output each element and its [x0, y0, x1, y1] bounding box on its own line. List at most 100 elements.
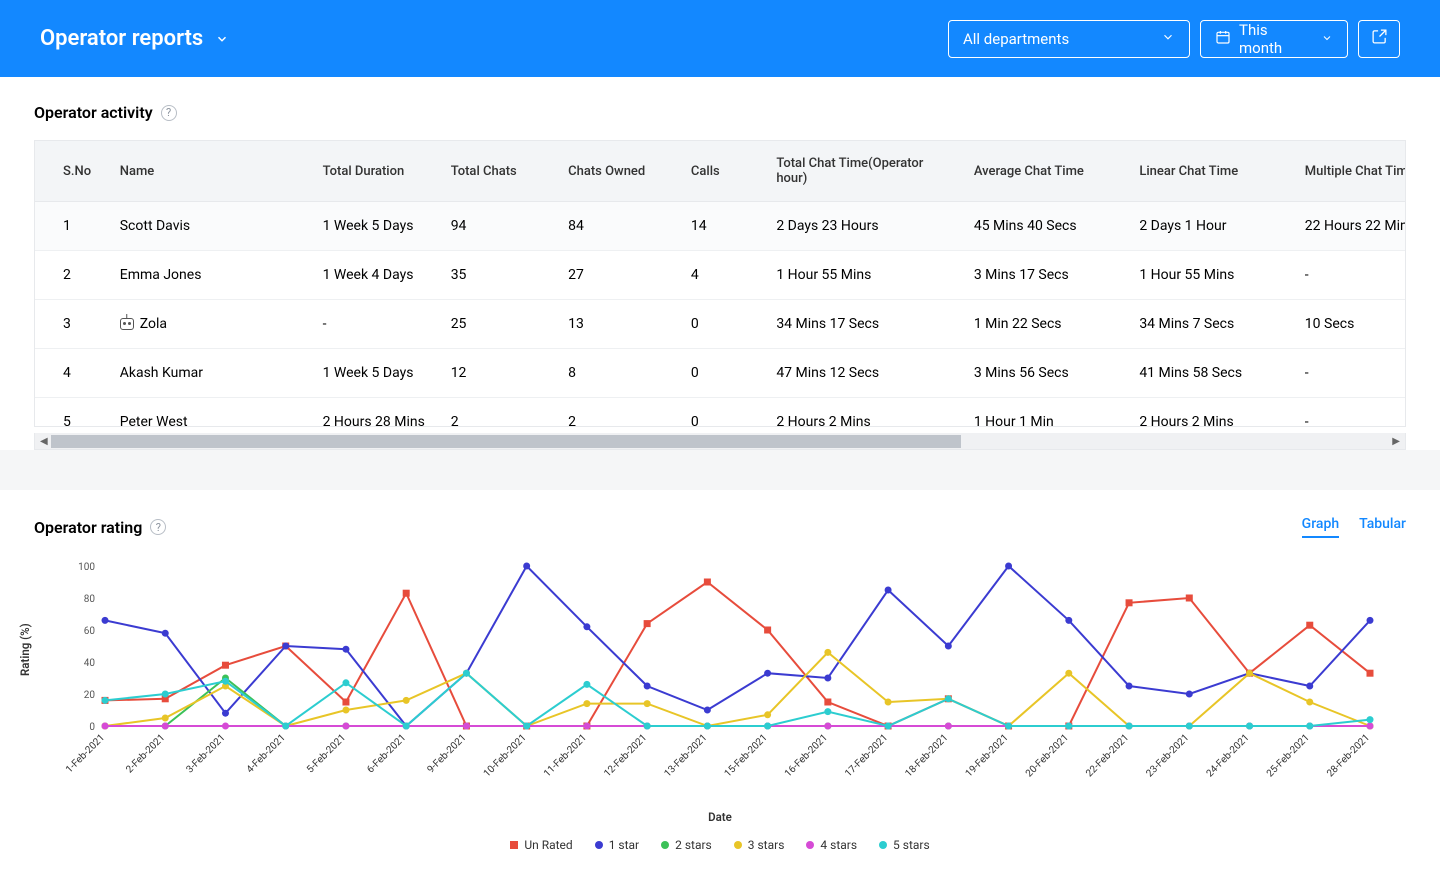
bot-icon — [120, 318, 134, 330]
tab-graph[interactable]: Graph — [1302, 516, 1339, 538]
svg-text:5-Feb-2021: 5-Feb-2021 — [305, 732, 348, 775]
chevron-down-icon — [1321, 30, 1333, 48]
svg-text:15-Feb-2021: 15-Feb-2021 — [723, 732, 770, 779]
page-title-dropdown[interactable]: Operator reports — [40, 26, 229, 51]
table-cell: 41 Mins 58 Secs — [1129, 349, 1294, 398]
chevron-down-icon — [215, 32, 229, 46]
column-header[interactable]: Total Duration — [313, 141, 441, 202]
top-bar: Operator reports All departments This mo… — [0, 0, 1440, 77]
table-cell: 1 Hour 55 Mins — [766, 251, 964, 300]
legend-item[interactable]: 4 stars — [806, 838, 857, 852]
svg-text:16-Feb-2021: 16-Feb-2021 — [783, 732, 830, 779]
svg-text:6-Feb-2021: 6-Feb-2021 — [365, 732, 408, 775]
operator-rating-panel: Operator rating ? Graph Tabular Rating (… — [0, 490, 1440, 876]
table-row[interactable]: 2Emma Jones1 Week 4 Days352741 Hour 55 M… — [35, 251, 1405, 300]
table-cell: 1 Week 5 Days — [313, 202, 441, 251]
rating-chart: Rating (%) 0204060801001-Feb-20212-Feb-2… — [0, 556, 1440, 876]
table-cell: 27 — [558, 251, 681, 300]
svg-text:9-Feb-2021: 9-Feb-2021 — [425, 732, 468, 775]
legend-item[interactable]: Un Rated — [510, 838, 572, 852]
chart-x-axis-label: Date — [34, 810, 1406, 824]
table-cell: 1 Min 22 Secs — [964, 300, 1129, 349]
svg-text:20: 20 — [84, 690, 96, 701]
table-cell: - — [313, 300, 441, 349]
table-cell: 4 — [681, 251, 766, 300]
table-cell: 94 — [441, 202, 558, 251]
table-cell: 84 — [558, 202, 681, 251]
table-cell: 1 Week 4 Days — [313, 251, 441, 300]
table-cell: 2 Hours 28 Mins — [313, 398, 441, 427]
legend-item[interactable]: 1 star — [595, 838, 639, 852]
legend-marker-icon — [734, 841, 742, 849]
table-cell: 2 Days 1 Hour — [1129, 202, 1294, 251]
svg-text:17-Feb-2021: 17-Feb-2021 — [843, 732, 890, 779]
column-header[interactable]: Name — [110, 141, 313, 202]
operator-activity-table: S.NoNameTotal DurationTotal ChatsChats O… — [34, 140, 1406, 427]
scrollbar-thumb[interactable] — [51, 435, 961, 448]
table-row[interactable]: 1Scott Davis1 Week 5 Days9484142 Days 23… — [35, 202, 1405, 251]
legend-item[interactable]: 3 stars — [734, 838, 785, 852]
page-title: Operator reports — [40, 26, 203, 51]
svg-text:18-Feb-2021: 18-Feb-2021 — [903, 732, 950, 779]
svg-text:100: 100 — [78, 562, 95, 573]
table-body: 1Scott Davis1 Week 5 Days9484142 Days 23… — [35, 202, 1405, 427]
rating-line-chart: 0204060801001-Feb-20212-Feb-20213-Feb-20… — [34, 556, 1406, 806]
help-icon[interactable]: ? — [150, 519, 166, 535]
scrollbar-right-arrow-icon[interactable]: ▶ — [1389, 436, 1403, 447]
operator-activity-panel: Operator activity ? S.NoNameTotal Durati… — [0, 77, 1440, 450]
table-row[interactable]: 3Zola-2513034 Mins 17 Secs1 Min 22 Secs3… — [35, 300, 1405, 349]
svg-text:3-Feb-2021: 3-Feb-2021 — [184, 732, 227, 775]
calendar-icon — [1215, 29, 1231, 49]
column-header[interactable]: Average Chat Time — [964, 141, 1129, 202]
table-cell: Scott Davis — [110, 202, 313, 251]
column-header[interactable]: Calls — [681, 141, 766, 202]
svg-text:25-Feb-2021: 25-Feb-2021 — [1265, 732, 1312, 779]
table-cell: 3 — [35, 300, 110, 349]
scrollbar-left-arrow-icon[interactable]: ◀ — [37, 436, 51, 447]
table-cell: 0 — [681, 300, 766, 349]
column-header[interactable]: S.No — [35, 141, 110, 202]
svg-text:28-Feb-2021: 28-Feb-2021 — [1325, 732, 1372, 779]
svg-text:23-Feb-2021: 23-Feb-2021 — [1144, 732, 1191, 779]
department-filter[interactable]: All departments — [948, 20, 1190, 58]
column-header[interactable]: Chats Owned — [558, 141, 681, 202]
legend-marker-icon — [879, 841, 887, 849]
legend-marker-icon — [661, 841, 669, 849]
table-cell: 34 Mins 17 Secs — [766, 300, 964, 349]
column-header[interactable]: Linear Chat Time — [1129, 141, 1294, 202]
table-cell: 2 Hours 2 Mins — [766, 398, 964, 427]
table-cell: 0 — [681, 398, 766, 427]
table-cell: 1 Hour 55 Mins — [1129, 251, 1294, 300]
column-header[interactable]: Total Chat Time(Operator hour) — [766, 141, 964, 202]
chart-y-axis-label: Rating (%) — [18, 623, 32, 676]
table-cell: 3 Mins 17 Secs — [964, 251, 1129, 300]
legend-marker-icon — [510, 841, 518, 849]
svg-text:24-Feb-2021: 24-Feb-2021 — [1205, 732, 1252, 779]
legend-item[interactable]: 2 stars — [661, 838, 712, 852]
date-range-filter[interactable]: This month — [1200, 20, 1348, 58]
table-cell: 45 Mins 40 Secs — [964, 202, 1129, 251]
table-cell: 13 — [558, 300, 681, 349]
table-cell: Akash Kumar — [110, 349, 313, 398]
svg-text:11-Feb-2021: 11-Feb-2021 — [542, 732, 589, 779]
svg-text:4-Feb-2021: 4-Feb-2021 — [245, 732, 288, 775]
table-cell: 2 Hours 2 Mins — [1129, 398, 1294, 427]
export-icon — [1371, 28, 1388, 49]
table-scroll-area[interactable]: S.NoNameTotal DurationTotal ChatsChats O… — [35, 141, 1405, 426]
svg-text:2-Feb-2021: 2-Feb-2021 — [124, 732, 167, 775]
export-button[interactable] — [1358, 20, 1400, 58]
scrollbar-track[interactable] — [51, 435, 1390, 448]
help-icon[interactable]: ? — [161, 105, 177, 121]
legend-item[interactable]: 5 stars — [879, 838, 930, 852]
svg-text:22-Feb-2021: 22-Feb-2021 — [1084, 732, 1131, 779]
horizontal-scrollbar[interactable]: ◀ ▶ — [34, 433, 1406, 450]
table-cell: - — [1295, 251, 1405, 300]
table-cell: Emma Jones — [110, 251, 313, 300]
chevron-down-icon — [1161, 30, 1175, 48]
tab-tabular[interactable]: Tabular — [1359, 516, 1406, 538]
column-header[interactable]: Multiple Chat Time — [1295, 141, 1405, 202]
table-row[interactable]: 4Akash Kumar1 Week 5 Days128047 Mins 12 … — [35, 349, 1405, 398]
table-cell: 8 — [558, 349, 681, 398]
table-row[interactable]: 5Peter West2 Hours 28 Mins2202 Hours 2 M… — [35, 398, 1405, 427]
column-header[interactable]: Total Chats — [441, 141, 558, 202]
